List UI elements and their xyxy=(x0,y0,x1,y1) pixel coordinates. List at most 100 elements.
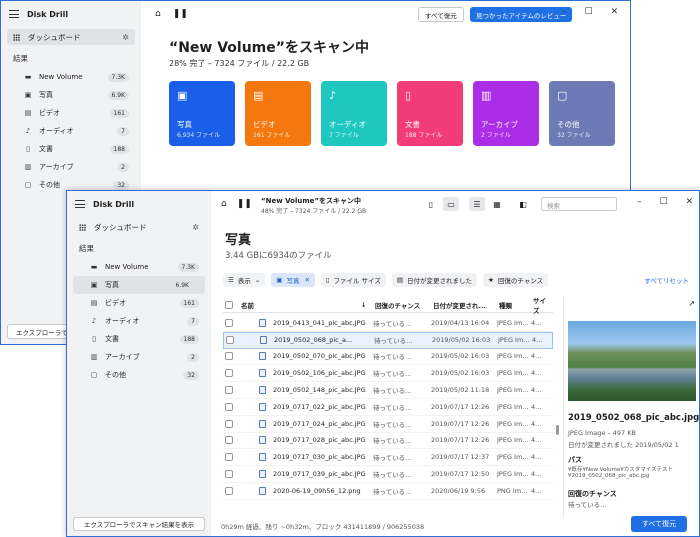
menu-icon[interactable] xyxy=(9,10,19,18)
scan-volume-title: “New Volume”をスキャン中 xyxy=(261,197,361,205)
sidebar-item-4[interactable]: ▯ 文書 188 xyxy=(1,140,141,158)
category-card-5[interactable]: ▢ その他 32 ファイル xyxy=(549,81,615,146)
drive-icon: ▬ xyxy=(24,73,32,81)
file-icon[interactable]: ▯ xyxy=(423,197,439,211)
column-date[interactable]: 日付が変更され... xyxy=(433,300,499,310)
row-checkbox[interactable] xyxy=(225,453,233,462)
sidebar-item-2[interactable]: ▤ ビデオ 161 xyxy=(67,294,211,312)
close-icon[interactable]: ✕ xyxy=(611,7,619,17)
minimize-icon[interactable]: – xyxy=(637,197,642,207)
table-row[interactable]: 2019_0413_041_pic_abc.JPG 待っている... 2019/04… xyxy=(223,315,553,332)
sidebar-item-5[interactable]: ▥ アーカイブ 2 xyxy=(67,348,211,366)
filter-photo[interactable]: ▣ 写真 ✕ xyxy=(271,273,315,287)
column-type[interactable]: 種類 xyxy=(499,300,533,310)
select-all-checkbox[interactable] xyxy=(225,300,233,309)
cell-recovery: 待っている... xyxy=(373,319,412,328)
table-row[interactable]: 2019_0717_022_pic_abc.JPG 待っている... 2019/07… xyxy=(223,399,553,416)
minimize-icon[interactable]: – xyxy=(562,7,567,17)
maximize-icon[interactable]: ☐ xyxy=(585,7,593,17)
count-badge: 161 xyxy=(109,108,129,118)
sidebar-item-1[interactable]: ▣ 写真 6.9K xyxy=(73,276,205,294)
table-row[interactable]: 2019_0502_070_pic_abc.JPG 待っている... 2019/05… xyxy=(223,349,553,366)
sidebar-item-3[interactable]: ♪ オーディオ 7 xyxy=(1,122,141,140)
close-icon[interactable]: ✕ xyxy=(686,197,694,207)
view-dropdown[interactable]: ☰ 表示 ⌄ xyxy=(223,273,266,287)
category-card-2[interactable]: ♪ オーディオ 7 ファイル xyxy=(321,81,387,146)
close-icon[interactable]: ✕ xyxy=(304,276,309,284)
row-checkbox[interactable] xyxy=(225,386,233,395)
count-badge: 7.3K xyxy=(107,72,129,82)
menu-icon[interactable] xyxy=(75,200,85,208)
cell-type: JPEG Im... xyxy=(497,470,529,479)
list-scrollbar[interactable] xyxy=(556,315,559,505)
filter-recovery-chance[interactable]: ★ 回復のチャンス xyxy=(483,273,549,287)
grid-view-icon[interactable]: ▦ xyxy=(489,197,505,211)
column-size[interactable]: サイズ xyxy=(533,295,551,315)
table-row[interactable]: 2019_0502_148_pic_abc.JPG 待っている... 2019/05… xyxy=(223,382,553,399)
open-external-icon[interactable]: ↗ xyxy=(688,299,695,308)
table-row[interactable]: 2019_0502_068_pic_a... 待っている... 2019/05/02… xyxy=(223,331,553,349)
photo-icon: ▣ xyxy=(24,91,32,99)
recover-all-button[interactable]: すべて復元 xyxy=(418,7,464,22)
sidebar-item-0[interactable]: ▬ New Volume 7.3K xyxy=(67,258,211,276)
cell-name: 2019_0717_024_pic_abc.JPG xyxy=(273,419,366,428)
cell-size: 4... xyxy=(531,369,542,378)
card-count: 7 ファイル xyxy=(329,132,359,139)
sidebar-item-4[interactable]: ▯ 文書 188 xyxy=(67,330,211,348)
column-recovery[interactable]: 回復のチャンス xyxy=(375,300,433,310)
row-checkbox[interactable] xyxy=(225,470,233,479)
cell-date: 2019/07/17 12:26 xyxy=(431,402,490,411)
row-checkbox[interactable] xyxy=(225,486,233,495)
pause-icon[interactable]: ❚❚ xyxy=(173,9,188,19)
maximize-icon[interactable]: ☐ xyxy=(660,197,668,207)
sort-down-icon[interactable]: ↓ xyxy=(361,301,375,309)
sidebar-item-2[interactable]: ▤ ビデオ 161 xyxy=(1,104,141,122)
show-in-explorer-button[interactable]: エクスプローラでスキャン結果を表示 xyxy=(73,517,205,531)
pause-icon[interactable]: ❚❚ xyxy=(237,199,252,209)
cell-date: 2019/04/13 16:04 xyxy=(431,318,490,327)
sidebar-item-3[interactable]: ♪ オーディオ 7 xyxy=(67,312,211,330)
cell-date: 2019/07/17 12:37 xyxy=(431,453,490,462)
row-checkbox[interactable] xyxy=(225,402,233,411)
category-card-3[interactable]: ▯ 文書 188 ファイル xyxy=(397,81,463,146)
category-card-1[interactable]: ▤ ビデオ 161 ファイル xyxy=(245,81,311,146)
table-row[interactable]: 2020-06-19_09h56_12.png 待っている... 2020/06/1… xyxy=(223,483,553,500)
dashboard-icon xyxy=(79,223,86,231)
sidebar-item-1[interactable]: ▣ 写真 6.9K xyxy=(1,86,141,104)
scan-progress: 28% 完了 – 7324 ファイル / 22.2 GB xyxy=(169,59,310,68)
preview-panel-icon[interactable]: ◧ xyxy=(515,197,531,211)
table-row[interactable]: 2019_0717_030_pic_abc.JPG 待っている... 2019/07… xyxy=(223,449,553,467)
category-card-4[interactable]: ▥ アーカイブ 2 ファイル xyxy=(473,81,539,146)
row-checkbox[interactable] xyxy=(225,419,233,428)
table-row[interactable]: 2019_0717_028_pic_abc.JPG 待っている... 2019/07… xyxy=(223,433,553,450)
category-card-0[interactable]: ▣ 写真 6,934 ファイル xyxy=(169,81,235,146)
table-row[interactable]: 2019_0717_024_pic_abc.JPG 待っている... 2019/07… xyxy=(223,416,553,433)
table-row[interactable]: 2019_0502_106_pic_abc.JPG 待っている... 2019/05… xyxy=(223,365,553,383)
filter-file-size[interactable]: ▯ ファイル サイズ xyxy=(320,273,386,287)
filter-date-changed[interactable]: ▤ 日付が変更されました xyxy=(391,273,477,287)
row-checkbox[interactable] xyxy=(225,436,233,445)
recover-all-button[interactable]: すべて復元 xyxy=(631,516,687,532)
list-view-icon[interactable]: ☰ xyxy=(469,197,485,211)
home-icon[interactable]: ⌂ xyxy=(221,199,227,209)
sidebar-item-0[interactable]: ▬ New Volume 7.3K xyxy=(1,68,141,86)
row-checkbox[interactable] xyxy=(225,352,233,361)
sidebar-item-dashboard[interactable]: ダッシュボード ✲ xyxy=(7,29,135,45)
sidebar-item-6[interactable]: ▢ その他 32 xyxy=(67,366,211,384)
reset-all-link[interactable]: すべてリセット xyxy=(644,275,689,285)
folder-icon[interactable]: ▭ xyxy=(443,197,459,211)
table-row[interactable]: 2019_0717_039_pic_abc.JPG 待っている... 2019/07… xyxy=(223,466,553,483)
search-input[interactable]: 検索 xyxy=(541,197,617,211)
home-icon[interactable]: ⌂ xyxy=(155,9,161,19)
preview-recovery-label: 回復のチャンス xyxy=(568,490,617,498)
file-icon xyxy=(259,386,266,395)
sidebar-item-dashboard[interactable]: ダッシュボード ✲ xyxy=(73,219,205,235)
dashboard-label: ダッシュボード xyxy=(28,32,81,42)
column-name[interactable]: 名前 xyxy=(241,300,361,310)
review-found-button[interactable]: 見つかったアイテムのレビュー xyxy=(470,7,573,22)
sidebar-item-5[interactable]: ▥ アーカイブ 2 xyxy=(1,158,141,176)
row-checkbox[interactable] xyxy=(226,336,234,345)
row-checkbox[interactable] xyxy=(225,369,233,378)
row-checkbox[interactable] xyxy=(225,318,233,327)
dashboard-icon xyxy=(13,33,20,41)
